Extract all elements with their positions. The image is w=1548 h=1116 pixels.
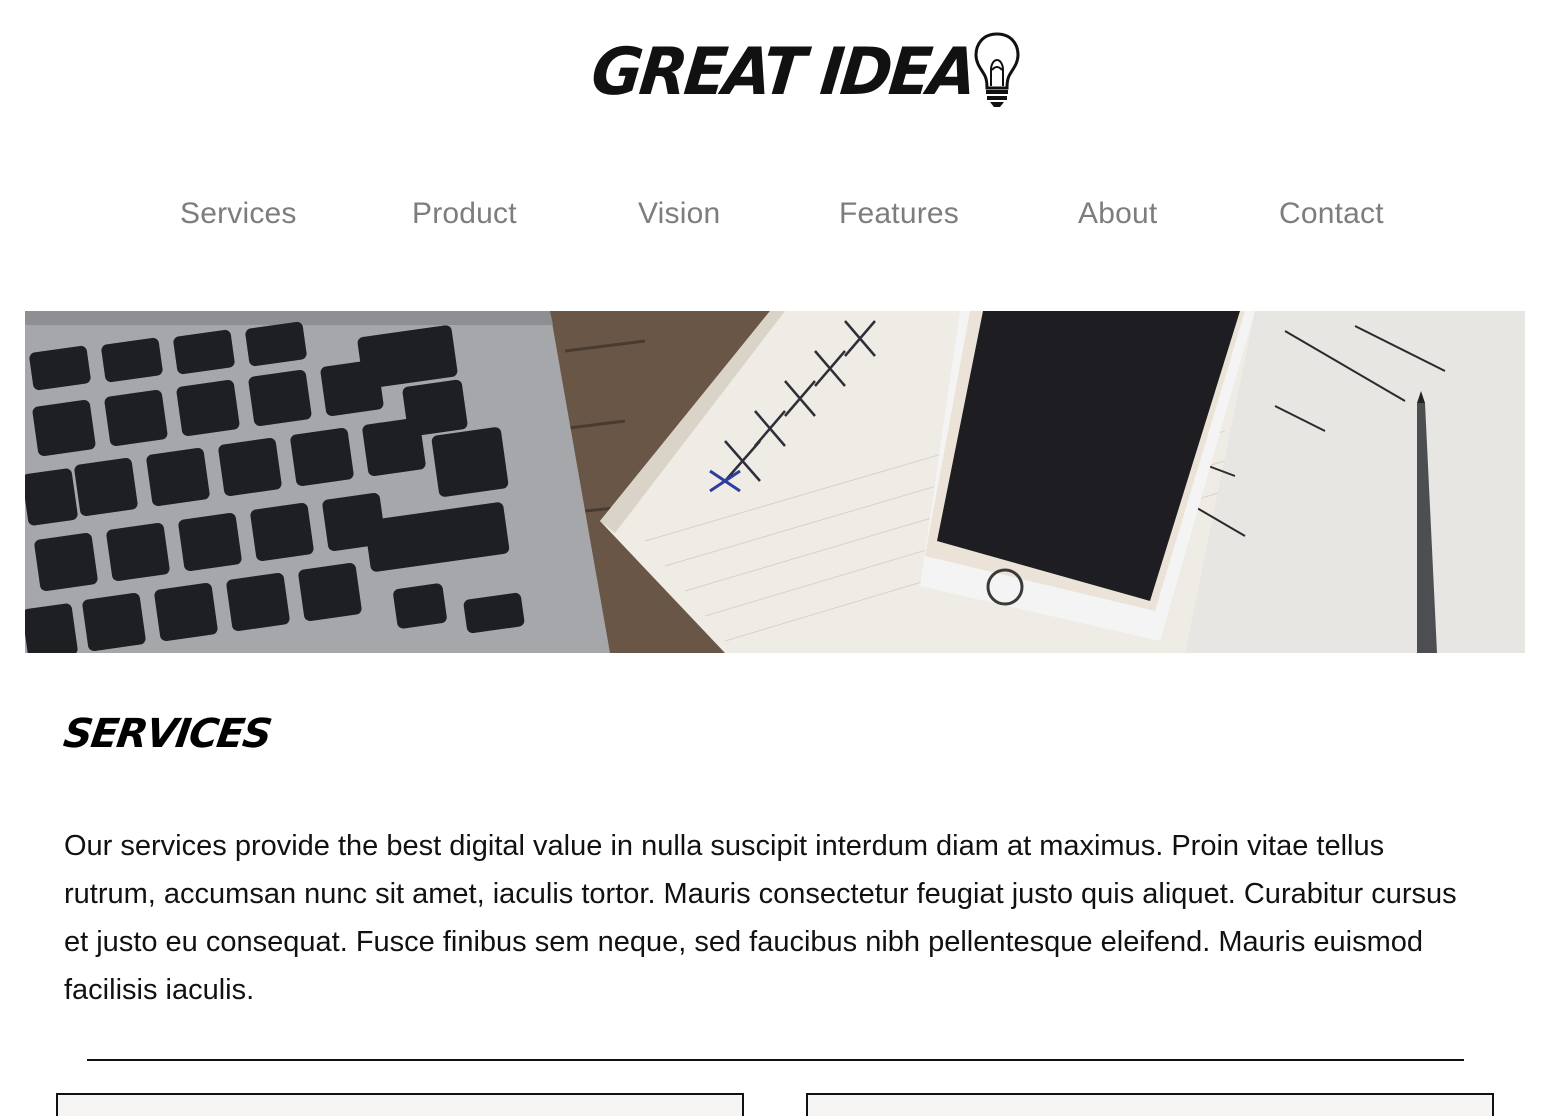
nav-item-about[interactable]: About: [1078, 188, 1157, 240]
hero-image: [25, 311, 1525, 653]
nav-item-contact[interactable]: Contact: [1279, 188, 1384, 240]
main-nav: Services Product Vision Features About C…: [0, 188, 1548, 240]
nav-item-vision[interactable]: Vision: [638, 188, 720, 240]
services-description: Our services provide the best digital va…: [64, 830, 1457, 1006]
service-card: [56, 1093, 744, 1116]
site-logo[interactable]: GREAT IDEA: [588, 30, 1024, 114]
nav-item-product[interactable]: Product: [412, 188, 517, 240]
lightbulb-icon: [974, 32, 1020, 107]
section-divider: [87, 1059, 1464, 1061]
page: GREAT IDEA Services Product Vision Featu…: [0, 0, 1548, 1116]
nav-item-services[interactable]: Services: [180, 188, 297, 240]
service-card: [806, 1093, 1494, 1116]
logo-text: GREAT IDEA: [588, 33, 978, 110]
nav-item-features[interactable]: Features: [839, 188, 959, 240]
section-title-services: Services: [60, 711, 274, 757]
